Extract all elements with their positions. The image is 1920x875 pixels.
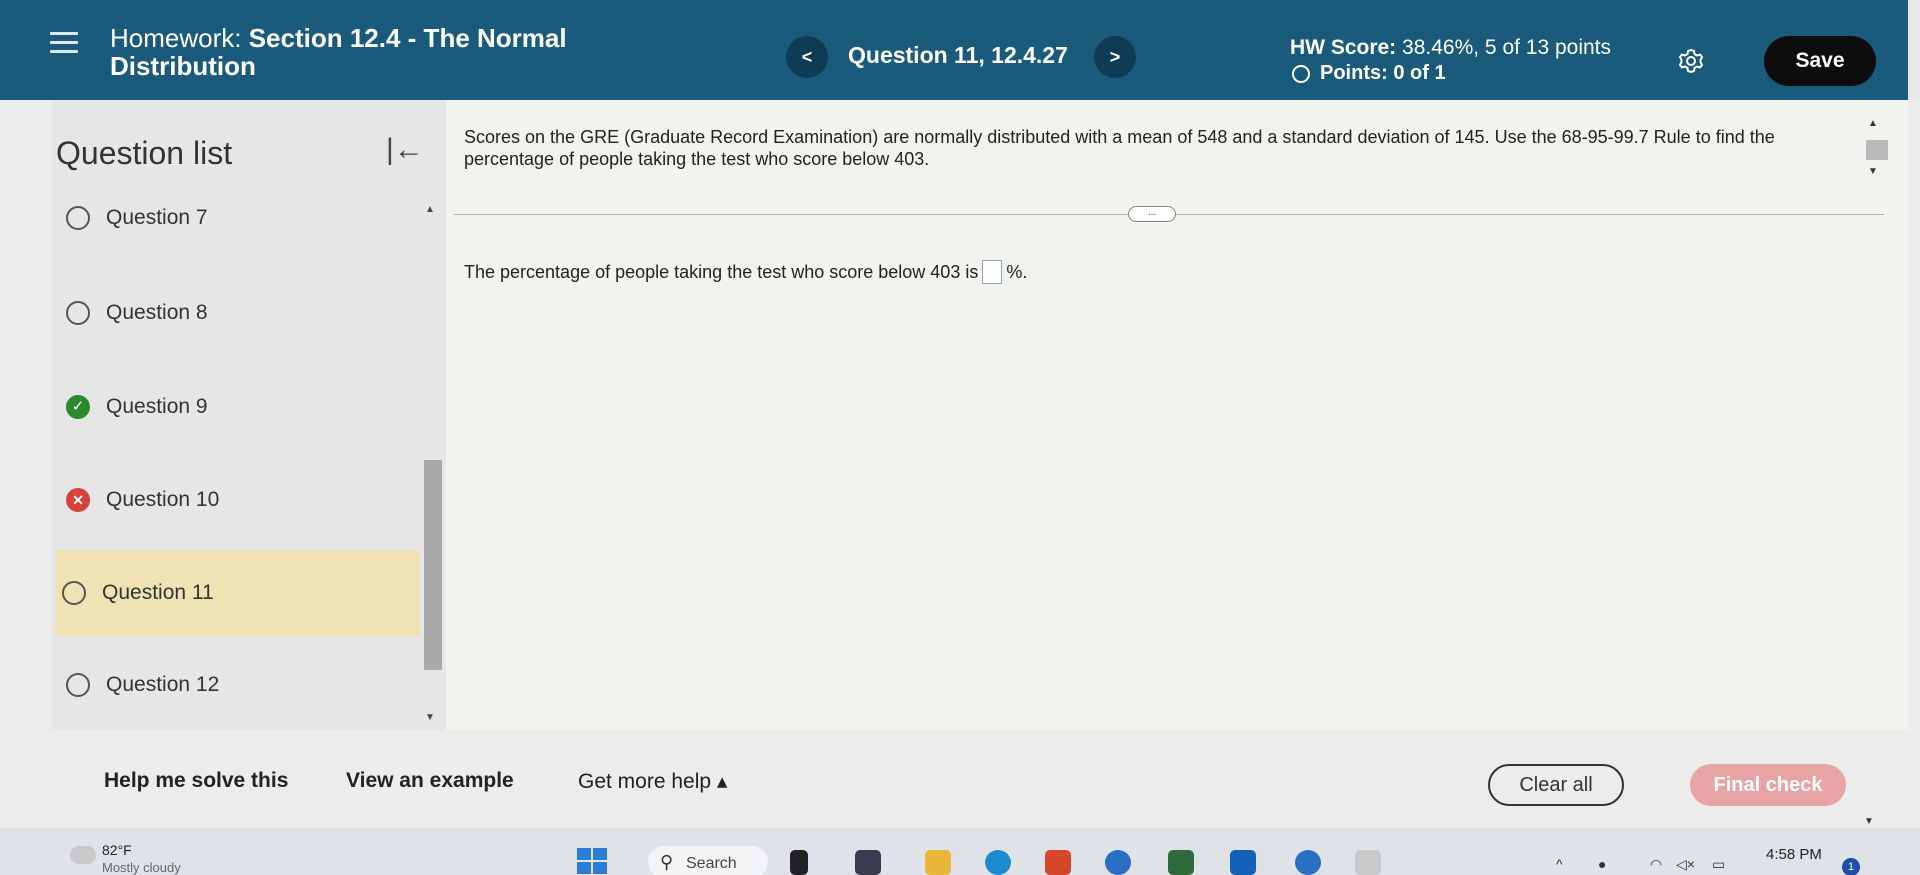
question-list-title: Question list bbox=[56, 135, 233, 171]
unanswered-circle-icon bbox=[66, 206, 90, 230]
answer-line: The percentage of people taking the test… bbox=[464, 260, 1027, 284]
bottom-action-bar bbox=[52, 740, 1908, 824]
assignment-title: Homework: Section 12.4 - The Normal Dist… bbox=[110, 24, 610, 80]
app-icon[interactable] bbox=[1105, 850, 1131, 875]
gear-icon[interactable] bbox=[1677, 47, 1705, 75]
hw-score-value: 38.46%, 5 of 13 points bbox=[1402, 36, 1612, 59]
next-question-button[interactable]: > bbox=[1094, 36, 1136, 78]
volume-muted-icon[interactable]: ◁× bbox=[1676, 856, 1695, 873]
help-me-solve-button[interactable]: Help me solve this bbox=[104, 769, 288, 793]
sidebar-item-question-12[interactable]: Question 12 bbox=[60, 642, 424, 728]
file-explorer-icon[interactable] bbox=[925, 850, 951, 875]
title-lead: Homework: bbox=[110, 23, 242, 53]
answer-unit: %. bbox=[1006, 261, 1028, 282]
app-icon-3[interactable] bbox=[1355, 850, 1381, 875]
sidebar-item-label: Question 10 bbox=[106, 488, 220, 511]
sidebar-item-question-10[interactable]: ✕ Question 10 bbox=[60, 457, 424, 543]
hw-score-label: HW Score: bbox=[1290, 36, 1397, 59]
sidebar-scrollbar[interactable] bbox=[424, 460, 442, 670]
collapse-panel-icon[interactable]: |← bbox=[386, 133, 424, 167]
video-call-icon[interactable] bbox=[855, 850, 881, 875]
os-taskbar bbox=[0, 828, 1920, 875]
previous-question-button[interactable]: < bbox=[786, 36, 828, 78]
sidebar-item-label: Question 12 bbox=[106, 673, 220, 696]
weather-condition: Mostly cloudy bbox=[102, 860, 181, 875]
final-check-button[interactable]: Final check bbox=[1690, 764, 1846, 806]
expand-more-button[interactable]: ... bbox=[1128, 206, 1176, 222]
points-status: Points: 0 of 1 bbox=[1292, 62, 1446, 85]
sidebar-item-question-11[interactable]: Question 11 bbox=[56, 550, 420, 636]
get-more-help-button[interactable]: Get more help ▴ bbox=[578, 769, 727, 794]
weather-cloud-icon[interactable] bbox=[70, 846, 96, 864]
windows-start-icon[interactable] bbox=[577, 848, 607, 875]
header-edge bbox=[1908, 0, 1920, 100]
app-icon-2[interactable] bbox=[1295, 850, 1321, 875]
taskbar-search-label: Search bbox=[686, 855, 737, 872]
checkmark-icon: ✓ bbox=[66, 395, 90, 419]
sidebar-item-question-7[interactable]: Question 7 bbox=[60, 175, 424, 261]
main-scroll-down-icon[interactable]: ▼ bbox=[1868, 166, 1878, 177]
main-scrollbar[interactable] bbox=[1866, 140, 1888, 160]
store-icon[interactable] bbox=[1168, 850, 1194, 875]
tray-app-icon[interactable]: ● bbox=[1598, 856, 1606, 872]
question-text: Scores on the GRE (Graduate Record Exami… bbox=[464, 127, 1775, 169]
unanswered-circle-icon bbox=[66, 673, 90, 697]
question-content-area bbox=[446, 100, 1908, 730]
question-title: Question 11, 12.4.27 bbox=[848, 42, 1068, 68]
hw-score: HW Score: 38.46%, 5 of 13 points bbox=[1290, 36, 1611, 60]
edge-browser-icon[interactable] bbox=[985, 850, 1011, 875]
incorrect-x-icon: ✕ bbox=[66, 488, 90, 512]
top-header: Homework: Section 12.4 - The Normal Dist… bbox=[0, 0, 1920, 100]
clock-time[interactable]: 4:58 PM bbox=[1766, 846, 1822, 863]
sidebar-item-label: Question 8 bbox=[106, 301, 208, 324]
clear-all-button[interactable]: Clear all bbox=[1488, 764, 1624, 806]
hamburger-menu-icon[interactable] bbox=[50, 32, 78, 56]
view-example-button[interactable]: View an example bbox=[346, 769, 514, 793]
sidebar-item-label: Question 11 bbox=[102, 581, 214, 604]
weather-temperature: 82°F bbox=[102, 842, 132, 858]
media-player-icon[interactable] bbox=[1045, 850, 1071, 875]
sidebar-scroll-down-icon[interactable]: ▼ bbox=[425, 712, 435, 723]
points-circle-icon bbox=[1292, 64, 1310, 83]
task-view-icon[interactable] bbox=[790, 850, 808, 875]
page-scroll-down-icon[interactable]: ▼ bbox=[1864, 816, 1874, 827]
battery-icon[interactable]: ▭ bbox=[1712, 856, 1725, 873]
answer-input[interactable] bbox=[982, 260, 1003, 284]
save-button[interactable]: Save bbox=[1764, 36, 1876, 86]
notification-badge[interactable]: 1 bbox=[1842, 858, 1860, 875]
sidebar-item-label: Question 7 bbox=[106, 206, 208, 229]
unanswered-circle-icon bbox=[66, 301, 90, 325]
sidebar-item-question-9[interactable]: ✓ Question 9 bbox=[60, 364, 424, 450]
tray-chevron-icon[interactable]: ^ bbox=[1556, 856, 1563, 872]
sidebar-item-question-8[interactable]: Question 8 bbox=[60, 270, 424, 356]
wifi-icon[interactable]: ◠ bbox=[1650, 856, 1662, 873]
answer-prompt: The percentage of people taking the test… bbox=[464, 261, 979, 282]
outlook-icon[interactable] bbox=[1230, 850, 1256, 875]
points-text: Points: 0 of 1 bbox=[1320, 62, 1446, 84]
sidebar-scroll-up-icon[interactable]: ▲ bbox=[425, 204, 435, 215]
main-scroll-up-icon[interactable]: ▲ bbox=[1868, 118, 1878, 129]
search-icon: ⚲ bbox=[660, 852, 674, 872]
sidebar-item-label: Question 9 bbox=[106, 395, 208, 418]
unanswered-circle-icon bbox=[62, 581, 86, 605]
